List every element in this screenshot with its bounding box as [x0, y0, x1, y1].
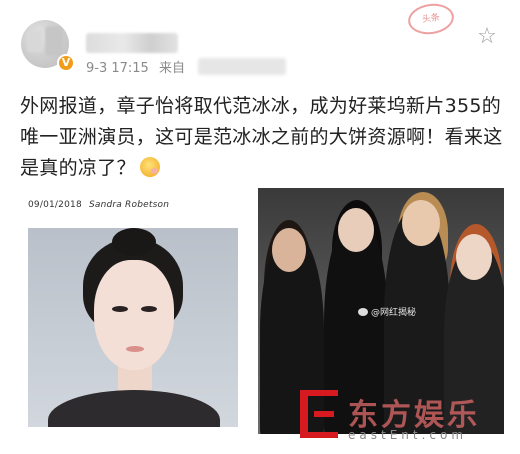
portrait-photo — [28, 228, 238, 427]
image-byline: 09/01/2018 Sandra Robetson — [28, 200, 169, 210]
weibo-logo-icon — [358, 308, 368, 316]
photo-face — [272, 228, 306, 272]
image-watermark-text: @网红揭秘 — [371, 308, 417, 318]
star-icon[interactable]: ☆ — [474, 24, 500, 50]
post-body-text: 外网报道，章子怡将取代范冰冰，成为好莱坞新片355的唯一亚洲演员，这可是范冰冰之… — [20, 95, 503, 179]
photo-shoulders — [48, 390, 220, 427]
photo-face — [338, 208, 374, 252]
username-blurred[interactable] — [86, 33, 178, 53]
byline-date: 09/01/2018 — [28, 200, 82, 210]
photo-eye — [141, 306, 157, 312]
thinking-emoji-icon — [139, 157, 160, 177]
left-image-panel[interactable]: 09/01/2018 Sandra Robetson — [20, 188, 246, 432]
post-source-label: 来自 — [158, 61, 185, 76]
site-e-logo-icon — [300, 390, 338, 438]
post-date: 9-3 17:15 — [86, 61, 149, 76]
photo-hair-bun — [112, 228, 156, 256]
avatar-blur — [45, 26, 63, 56]
site-watermark: 东方娱乐 eastEnt.com — [300, 386, 514, 450]
site-watermark-en: eastEnt.com — [348, 428, 468, 442]
photo-lips — [126, 346, 144, 352]
image-watermark: @网红揭秘 — [358, 305, 416, 318]
verified-badge-icon: V — [57, 54, 75, 72]
source-blurred — [198, 58, 286, 75]
post-body: 外网报道，章子怡将取代范冰冰，成为好莱坞新片355的唯一亚洲演员，这可是范冰冰之… — [20, 91, 506, 184]
weibo-post: V 9-3 17:15 来自 头条 ☆ 外网报道，章子怡将取代范冰冰，成为好莱坞… — [0, 0, 520, 454]
photo-eye — [112, 306, 128, 312]
avatar-blur — [27, 30, 43, 52]
byline-author: Sandra Robetson — [88, 200, 170, 210]
photo-face — [402, 200, 440, 246]
photo-face — [94, 260, 174, 370]
post-meta: 9-3 17:15 来自 — [86, 57, 185, 76]
photo-face — [456, 234, 492, 280]
stamp-logo: 头条 — [406, 0, 456, 38]
